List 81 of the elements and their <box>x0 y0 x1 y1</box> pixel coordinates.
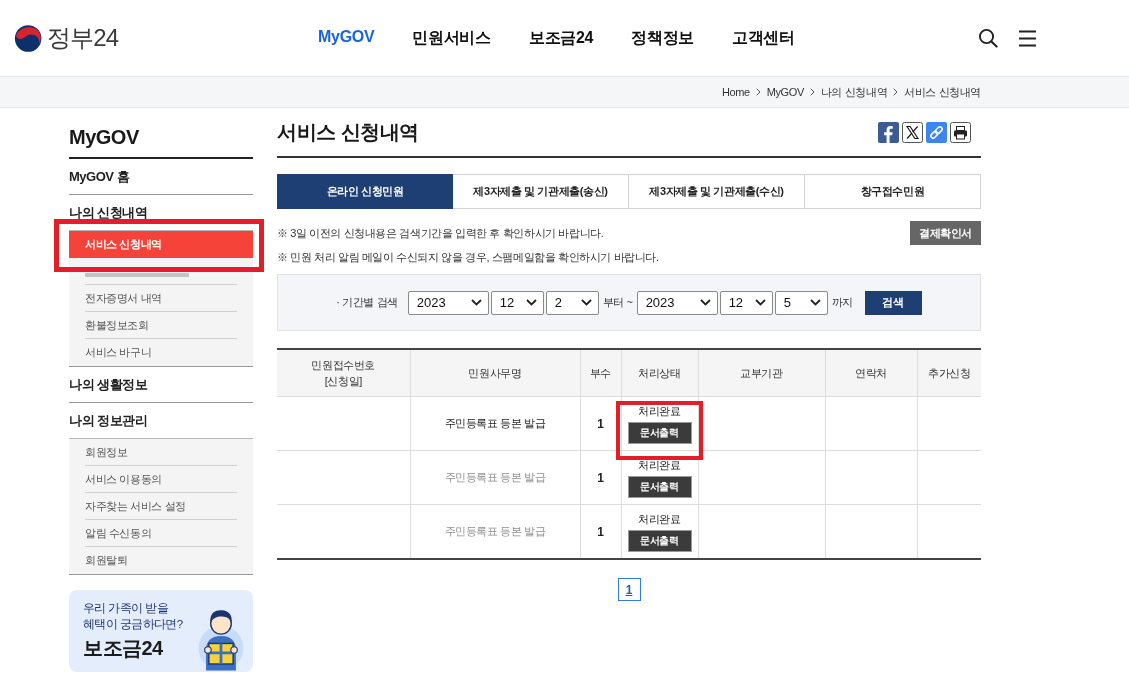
tab[interactable]: 제3자제출 및 기관제출(송신) <box>453 174 629 209</box>
print-document-button[interactable]: 문서출력 <box>627 529 692 552</box>
sidebar-subitem[interactable]: 회원탈퇴 <box>69 547 253 574</box>
sidebar-subitem[interactable]: 환불정보조회 <box>69 312 253 339</box>
tab[interactable]: 제3자제출 및 기관제출(수신) <box>629 174 805 209</box>
range-text: 부터 ~ <box>602 295 633 310</box>
chevron-down-icon <box>580 299 592 306</box>
search-label: · 기간별 검색 <box>336 295 398 310</box>
column-header: 교부기관 <box>740 367 783 379</box>
range-text: 까지 <box>831 295 853 310</box>
chevron-down-icon <box>699 299 711 306</box>
sidebar-heading[interactable]: 나의 정보관리 <box>69 403 253 438</box>
nav-link[interactable]: 고객센터 <box>731 27 795 49</box>
notice-text: ※ 3일 이전의 신청내용은 검색기간을 입력한 후 확인하시기 바랍니다. <box>277 225 604 241</box>
copies-count: 1 <box>597 416 604 431</box>
sidebar-subitem[interactable]: 서비스 이용동의 <box>69 466 253 493</box>
column-header: 민원사무명 <box>468 367 522 379</box>
sidebar-heading[interactable]: 나의 생활정보 <box>69 367 253 402</box>
chevron-down-icon <box>525 299 537 306</box>
service-name: 주민등록표 등본 발급 <box>444 471 546 483</box>
year-select[interactable]: 2023 <box>407 290 489 315</box>
banner-text: 우리 가족이 받을 혜택이 궁금하다면? <box>83 601 183 632</box>
column-header: 추가신청 <box>928 367 971 379</box>
menu-icon[interactable] <box>1018 29 1037 47</box>
copies-count: 1 <box>597 524 604 539</box>
column-header: 처리상태 <box>638 367 681 379</box>
status-text: 처리완료 <box>637 403 682 419</box>
sidebar-subitem[interactable]: 알림 수신동의 <box>69 520 253 547</box>
day-select[interactable]: 2 <box>545 290 599 315</box>
sidebar-heading[interactable]: 나의 신청내역 <box>69 195 253 230</box>
column-header: 부수 <box>589 367 612 379</box>
status-text: 처리완료 <box>637 511 682 527</box>
chevron-down-icon <box>754 299 766 306</box>
x-logo-icon[interactable] <box>902 121 923 143</box>
search-icon[interactable] <box>978 28 998 48</box>
nav-link[interactable]: 정책정보 <box>631 27 694 49</box>
breadcrumb-link[interactable]: MyGOV <box>766 86 804 98</box>
breadcrumb-link[interactable]: 나의 신청내역 <box>820 84 888 100</box>
sidebar-subitem[interactable]: 회원정보 <box>69 439 253 466</box>
sidebar-subitem[interactable]: 전자증명서 내역 <box>69 285 253 312</box>
nav-link[interactable]: MyGOV <box>318 27 375 49</box>
copies-count: 1 <box>597 470 604 485</box>
sidebar-heading[interactable]: MyGOV 홈 <box>69 159 253 194</box>
chevron-down-icon <box>809 299 821 306</box>
banner-title: 보조금24 <box>83 636 164 661</box>
tab[interactable]: 온라인 신청민원 <box>277 174 453 209</box>
nav-link[interactable]: 보조금24 <box>528 27 594 49</box>
column-header: 민원접수번호 [신청일] <box>311 359 376 387</box>
print-document-button[interactable]: 문서출력 <box>627 475 692 498</box>
breadcrumb-link[interactable]: 서비스 신청내역 <box>904 84 981 100</box>
status-text: 처리완료 <box>637 457 682 473</box>
column-header: 연락처 <box>855 367 887 379</box>
month-select[interactable]: 12 <box>490 290 544 315</box>
notice-text: ※ 민원 처리 알림 메일이 수신되지 않을 경우, 스팸메일함을 확인하시기 바랍니다. <box>277 249 659 265</box>
service-name: 주민등록표 등본 발급 <box>444 417 546 429</box>
chevron-right-icon <box>809 88 815 96</box>
chevron-right-icon <box>893 88 899 96</box>
sidebar-title: MyGOV <box>69 108 253 159</box>
promo-banner[interactable]: 우리 가족이 받을 혜택이 궁금하다면? 보조금24 <box>69 590 253 672</box>
tab[interactable]: 창구접수민원 <box>805 174 981 209</box>
payment-receipt-button[interactable]: 결제확인서 <box>910 221 981 245</box>
logo-link[interactable]: 정부24 <box>14 22 118 54</box>
sidebar-subitem[interactable]: 서비스 바구니 <box>69 339 253 366</box>
nav-link[interactable]: 민원서비스 <box>412 27 491 49</box>
sidebar-subitem[interactable]: 자주찾는 서비스 설정 <box>69 493 253 520</box>
link-icon[interactable] <box>926 121 947 143</box>
month-select[interactable]: 12 <box>719 290 773 315</box>
sidebar-subitem[interactable]: 서비스 신청내역 <box>69 231 253 258</box>
swirl-emblem-icon <box>14 22 43 54</box>
facebook-icon[interactable] <box>878 121 899 143</box>
service-name: 주민등록표 등본 발급 <box>444 525 546 537</box>
chevron-right-icon <box>755 88 761 96</box>
breadcrumb-link[interactable]: Home <box>722 86 750 98</box>
print-document-button[interactable]: 문서출력 <box>627 421 692 444</box>
print-icon[interactable] <box>950 121 971 143</box>
page-title: 서비스 신청내역 <box>277 119 419 145</box>
year-select[interactable]: 2023 <box>636 290 718 315</box>
chevron-down-icon <box>470 299 482 306</box>
page-link[interactable]: 1 <box>617 578 641 601</box>
search-button[interactable]: 검색 <box>864 290 922 315</box>
day-select[interactable]: 5 <box>774 290 828 315</box>
